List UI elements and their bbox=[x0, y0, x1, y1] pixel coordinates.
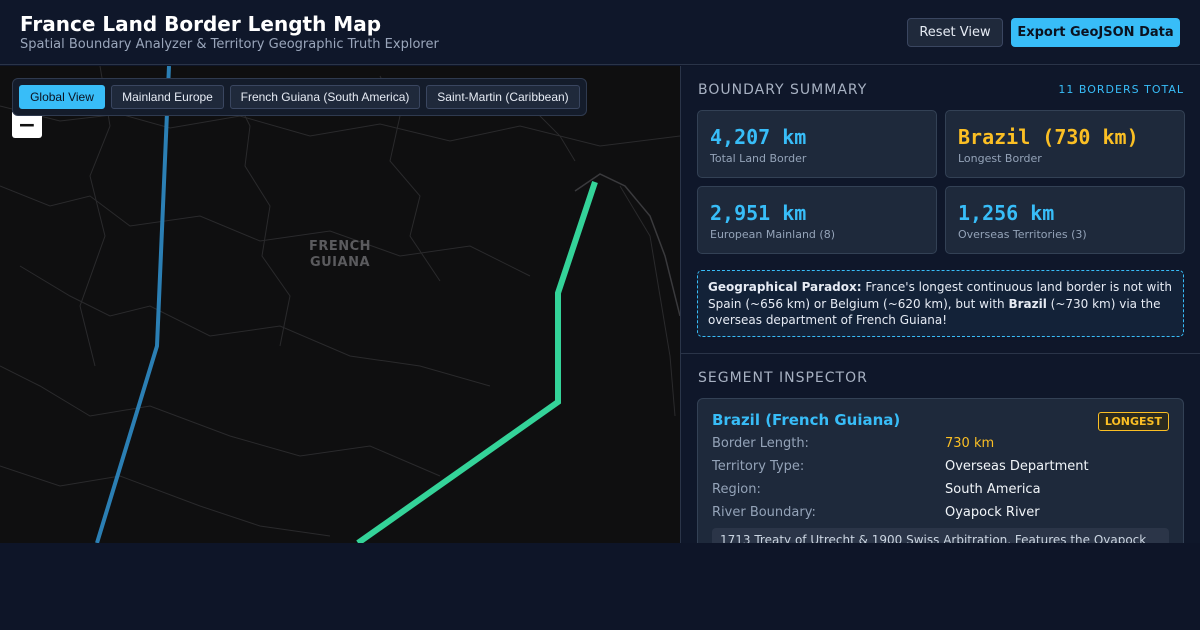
border-length-value: 730 km bbox=[945, 436, 995, 451]
page-subtitle: Spatial Boundary Analyzer & Territory Ge… bbox=[20, 37, 439, 52]
map-canvas[interactable]: FRENCH GUIANA − Global View Mainland Eur… bbox=[0, 66, 680, 543]
place-label-french-guiana: FRENCH GUIANA bbox=[290, 239, 390, 271]
territory-type-label: Territory Type: bbox=[712, 459, 805, 474]
stat-label: Total Land Border bbox=[710, 152, 807, 165]
region-label: Region: bbox=[712, 482, 761, 497]
region-value: South America bbox=[945, 482, 1041, 497]
borders-count: 11 BORDERS TOTAL bbox=[1058, 83, 1184, 96]
stat-card-european: 2,951 km European Mainland (8) bbox=[697, 186, 937, 254]
view-toolbar: Global View Mainland Europe French Guian… bbox=[12, 78, 587, 116]
reset-view-button[interactable]: Reset View bbox=[907, 18, 1003, 47]
stat-card-overseas: 1,256 km Overseas Territories (3) bbox=[945, 186, 1185, 254]
terrain-texture bbox=[0, 66, 680, 537]
stat-label: European Mainland (8) bbox=[710, 228, 835, 241]
view-mainland-europe-button[interactable]: Mainland Europe bbox=[111, 85, 224, 109]
segment-history-note: 1713 Treaty of Utrecht & 1900 Swiss Arbi… bbox=[712, 528, 1169, 543]
stat-value: Brazil (730 km) bbox=[958, 125, 1139, 149]
view-global-button[interactable]: Global View bbox=[19, 85, 105, 109]
export-geojson-button[interactable]: Export GeoJSON Data bbox=[1011, 18, 1180, 47]
segment-inspector-title: SEGMENT INSPECTOR bbox=[698, 370, 868, 386]
river-boundary-label: River Boundary: bbox=[712, 505, 816, 520]
side-panel: BOUNDARY SUMMARY 11 BORDERS TOTAL 4,207 … bbox=[680, 66, 1200, 543]
map-svg bbox=[0, 66, 680, 543]
segment-name: Brazil (French Guiana) bbox=[712, 411, 901, 429]
boundary-summary-title: BOUNDARY SUMMARY bbox=[698, 82, 868, 98]
page-title: France Land Border Length Map bbox=[20, 12, 382, 36]
stat-card-longest: Brazil (730 km) Longest Border bbox=[945, 110, 1185, 178]
paradox-highlight: Brazil bbox=[1008, 296, 1047, 311]
app-header: France Land Border Length Map Spatial Bo… bbox=[0, 0, 1200, 65]
section-divider bbox=[681, 353, 1200, 354]
river-boundary-value: Oyapock River bbox=[945, 505, 1040, 520]
view-french-guiana-button[interactable]: French Guiana (South America) bbox=[230, 85, 420, 109]
paradox-callout: Geographical Paradox: France's longest c… bbox=[697, 270, 1184, 337]
place-label-line: FRENCH bbox=[308, 239, 372, 254]
border-length-label: Border Length: bbox=[712, 436, 809, 451]
stat-value: 4,207 km bbox=[710, 125, 807, 149]
view-saint-martin-button[interactable]: Saint-Martin (Caribbean) bbox=[426, 85, 580, 109]
longest-badge: LONGEST bbox=[1097, 412, 1169, 431]
suriname-border-line[interactable] bbox=[95, 66, 171, 543]
stat-label: Longest Border bbox=[958, 152, 1042, 165]
stat-label: Overseas Territories (3) bbox=[958, 228, 1087, 241]
segment-inspector-card: Brazil (French Guiana) LONGEST Border Le… bbox=[697, 398, 1184, 543]
stat-value: 2,951 km bbox=[710, 201, 807, 225]
stat-card-total: 4,207 km Total Land Border bbox=[697, 110, 937, 178]
place-label-line: GUIANA bbox=[309, 255, 371, 270]
stat-value: 1,256 km bbox=[958, 201, 1055, 225]
paradox-heading: Geographical Paradox: bbox=[708, 280, 862, 294]
territory-type-value: Overseas Department bbox=[945, 459, 1089, 474]
